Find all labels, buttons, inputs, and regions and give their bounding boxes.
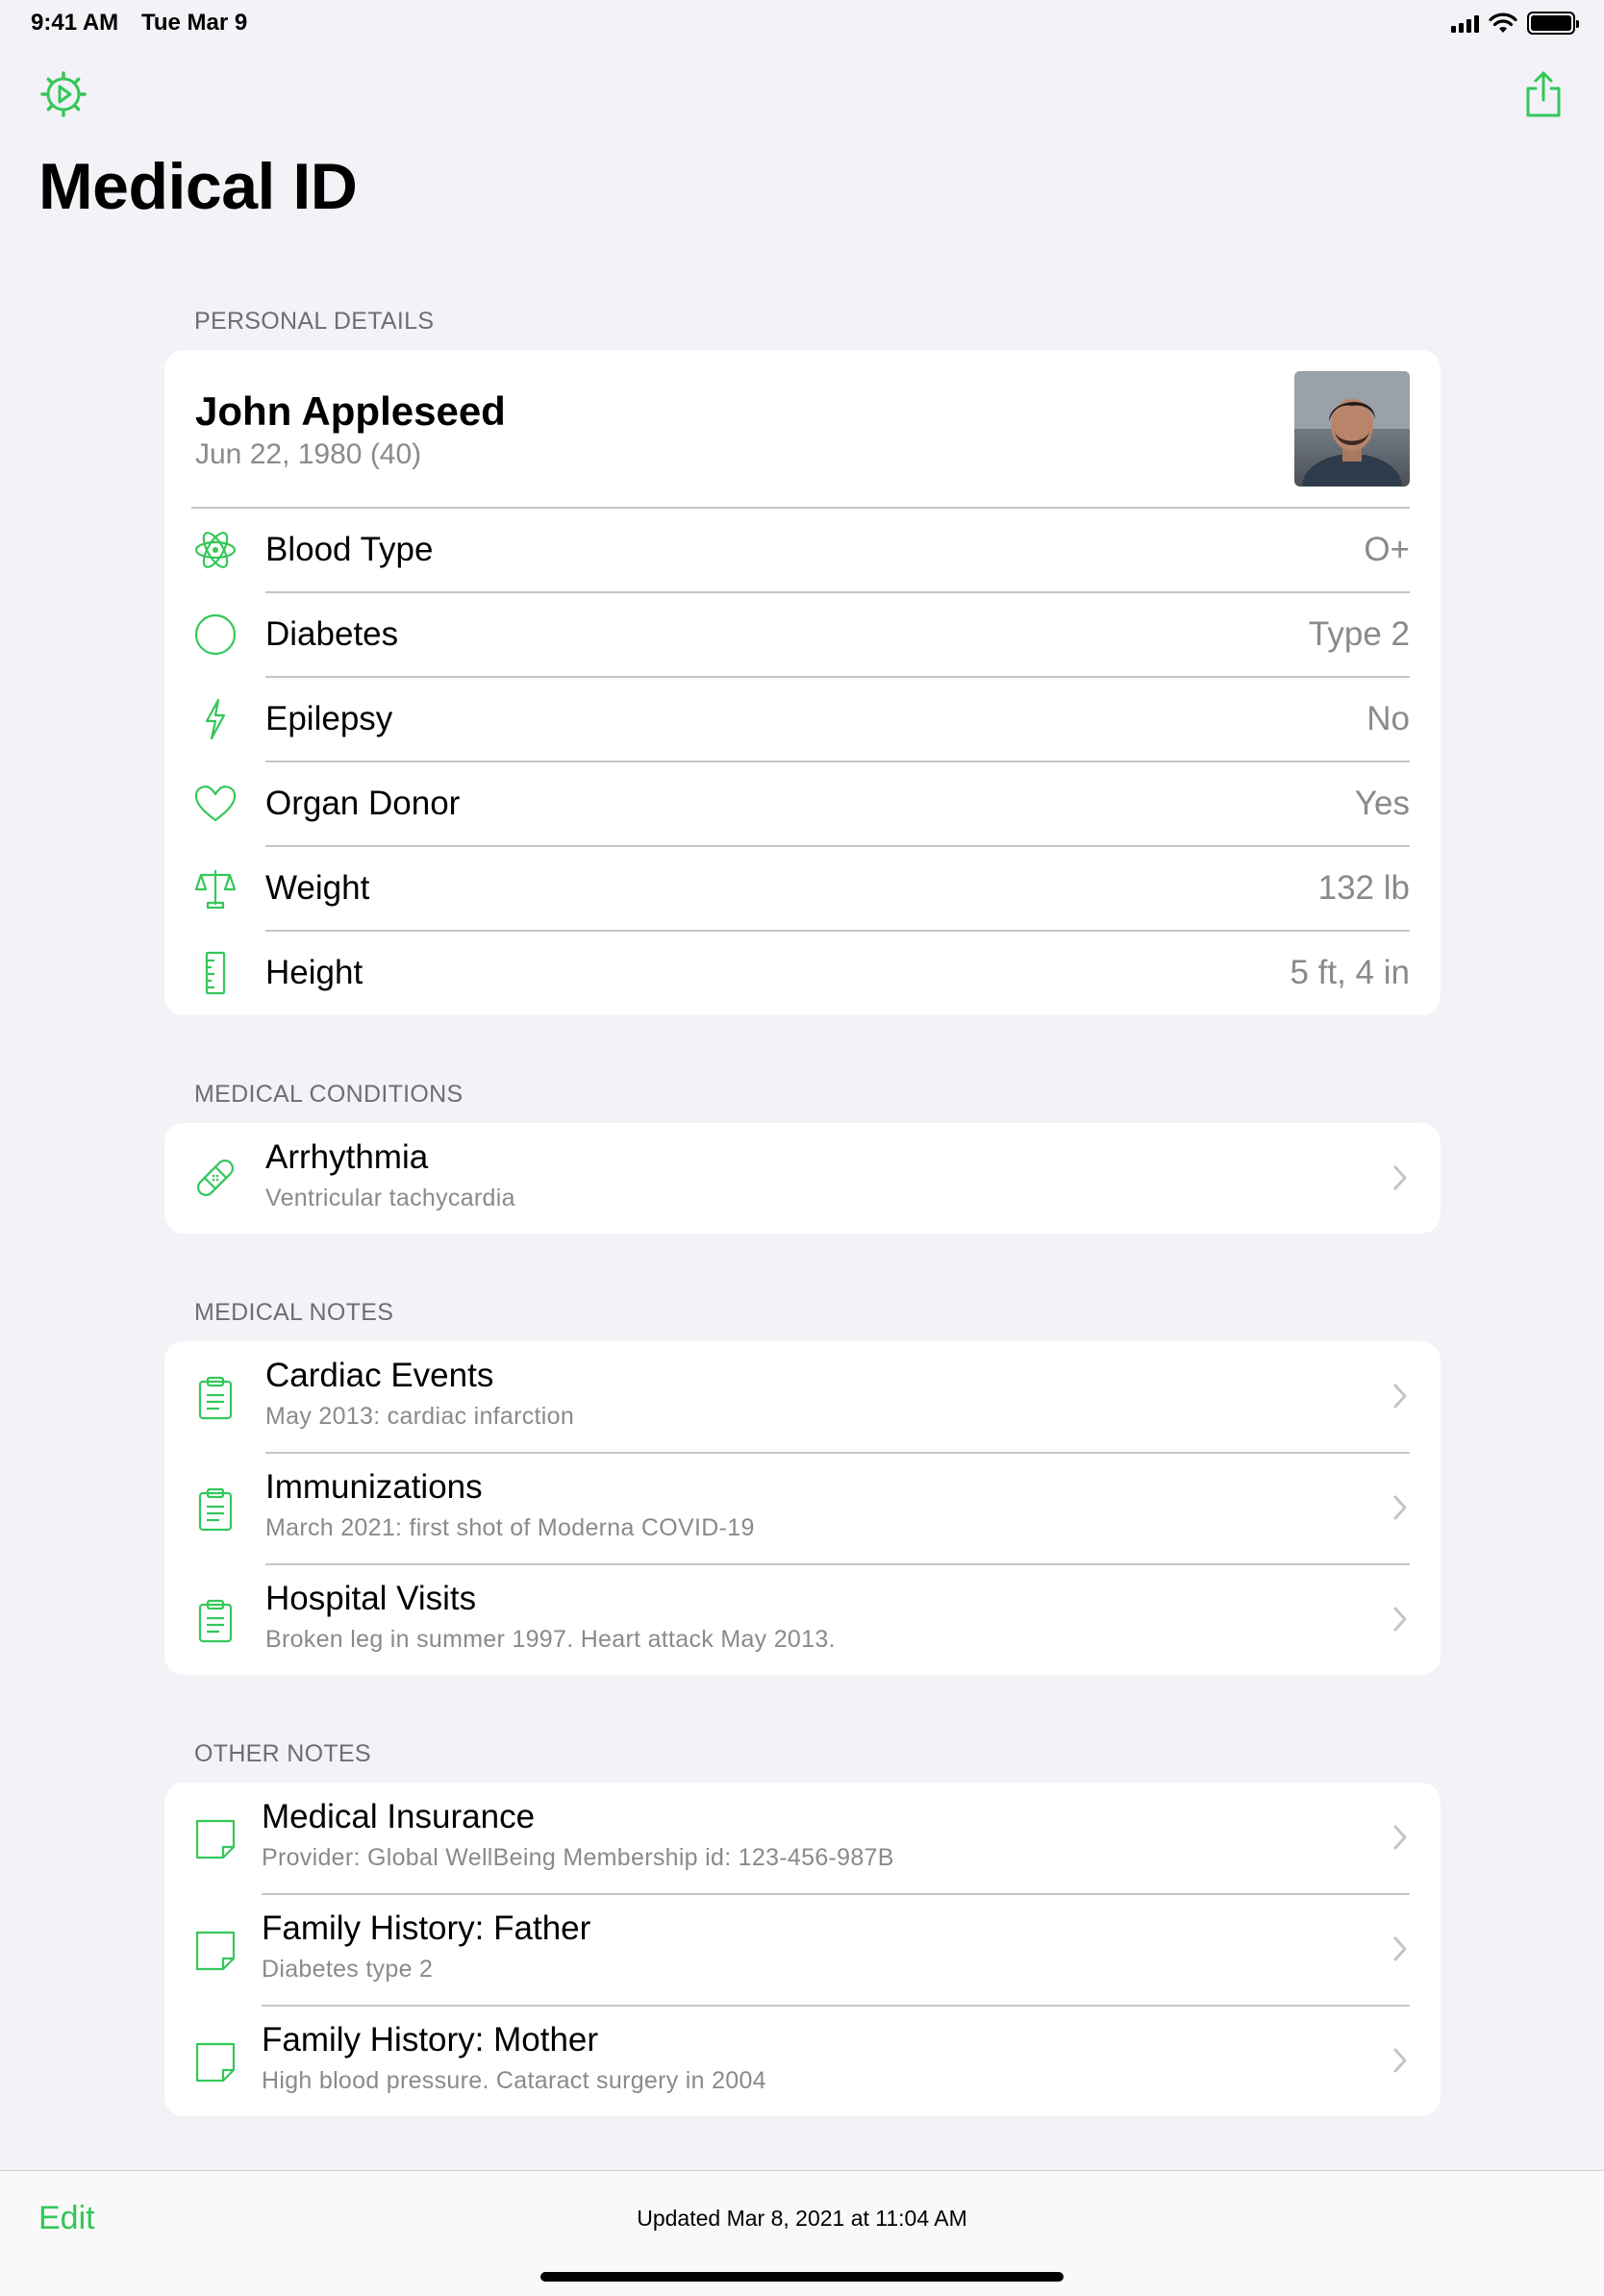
note-icon bbox=[191, 1815, 239, 1863]
other-subtitle: Provider: Global WellBeing Membership id… bbox=[262, 1844, 894, 1871]
other-item-insurance[interactable]: Medical Insurance Provider: Global WellB… bbox=[164, 1783, 1441, 1893]
chevron-right-icon bbox=[1393, 1384, 1407, 1409]
row-label: Diabetes bbox=[265, 615, 399, 653]
note-item-cardiac[interactable]: Cardiac Events May 2013: cardiac infarct… bbox=[164, 1341, 1441, 1452]
row-label: Height bbox=[265, 954, 363, 991]
emergency-sos-icon[interactable] bbox=[37, 67, 90, 121]
chevron-right-icon bbox=[1393, 1495, 1407, 1520]
row-label: Weight bbox=[265, 869, 370, 907]
note-subtitle: Broken leg in summer 1997. Heart attack … bbox=[265, 1626, 836, 1653]
medical-notes-card: Cardiac Events May 2013: cardiac infarct… bbox=[164, 1341, 1441, 1675]
note-title: Immunizations bbox=[265, 1468, 483, 1506]
profile-dob: Jun 22, 1980 (40) bbox=[195, 438, 422, 470]
condition-title: Arrhythmia bbox=[265, 1138, 429, 1176]
other-item-father[interactable]: Family History: Father Diabetes type 2 bbox=[164, 1894, 1441, 2005]
row-value: 132 lb bbox=[1317, 869, 1410, 907]
bandage-icon bbox=[191, 1154, 239, 1202]
chevron-right-icon bbox=[1393, 1825, 1407, 1850]
row-value: O+ bbox=[1364, 531, 1410, 568]
chevron-right-icon bbox=[1393, 1607, 1407, 1632]
home-indicator[interactable] bbox=[540, 2272, 1064, 2282]
other-subtitle: High blood pressure. Cataract surgery in… bbox=[262, 2067, 766, 2094]
section-header-personal: PERSONAL DETAILS bbox=[194, 308, 435, 335]
profile-name: John Appleseed bbox=[195, 388, 506, 434]
row-label: Organ Donor bbox=[265, 785, 461, 822]
row-value: Type 2 bbox=[1308, 615, 1410, 653]
chevron-right-icon bbox=[1393, 1936, 1407, 1961]
condition-subtitle: Ventricular tachycardia bbox=[265, 1185, 515, 1211]
clipboard-icon bbox=[191, 1374, 239, 1422]
note-icon bbox=[191, 1927, 239, 1975]
cellular-signal-icon bbox=[1451, 13, 1479, 33]
heart-icon bbox=[191, 780, 239, 828]
clipboard-icon bbox=[191, 1485, 239, 1534]
other-title: Family History: Father bbox=[262, 1909, 591, 1947]
share-icon[interactable] bbox=[1516, 67, 1570, 121]
other-title: Medical Insurance bbox=[262, 1798, 536, 1835]
section-header-notes: MEDICAL NOTES bbox=[194, 1299, 394, 1326]
row-value: Yes bbox=[1354, 785, 1410, 822]
other-notes-card: Medical Insurance Provider: Global WellB… bbox=[164, 1783, 1441, 2116]
condition-item[interactable]: Arrhythmia Ventricular tachycardia bbox=[164, 1123, 1441, 1234]
row-value: 5 ft, 4 in bbox=[1290, 954, 1410, 991]
note-title: Hospital Visits bbox=[265, 1580, 477, 1617]
atom-icon bbox=[191, 526, 239, 574]
profile-header: John Appleseed Jun 22, 1980 (40) bbox=[195, 350, 1410, 508]
bottom-toolbar: Edit Updated Mar 8, 2021 at 11:04 AM bbox=[0, 2170, 1604, 2296]
section-header-conditions: MEDICAL CONDITIONS bbox=[194, 1081, 464, 1108]
other-item-mother[interactable]: Family History: Mother High blood pressu… bbox=[164, 2006, 1441, 2116]
clipboard-icon bbox=[191, 1597, 239, 1645]
status-icons bbox=[1451, 12, 1579, 35]
chevron-right-icon bbox=[1393, 2048, 1407, 2073]
page-title: Medical ID bbox=[38, 150, 358, 223]
row-value: No bbox=[1366, 700, 1410, 737]
status-time: 9:41 AM bbox=[31, 10, 119, 36]
note-subtitle: March 2021: first shot of Moderna COVID-… bbox=[265, 1514, 755, 1541]
row-epilepsy: Epilepsy No bbox=[164, 677, 1441, 761]
wifi-icon bbox=[1489, 12, 1517, 33]
other-subtitle: Diabetes type 2 bbox=[262, 1956, 434, 1983]
updated-timestamp: Updated Mar 8, 2021 at 11:04 AM bbox=[637, 2206, 967, 2231]
row-diabetes: Diabetes Type 2 bbox=[164, 592, 1441, 677]
chevron-right-icon bbox=[1393, 1165, 1407, 1190]
other-title: Family History: Mother bbox=[262, 2021, 599, 2059]
note-subtitle: May 2013: cardiac infarction bbox=[265, 1403, 575, 1430]
row-label: Blood Type bbox=[265, 531, 434, 568]
row-weight: Weight 132 lb bbox=[164, 846, 1441, 931]
note-item-hospital-visits[interactable]: Hospital Visits Broken leg in summer 199… bbox=[164, 1564, 1441, 1675]
note-item-immunizations[interactable]: Immunizations March 2021: first shot of … bbox=[164, 1453, 1441, 1563]
row-label: Epilepsy bbox=[265, 700, 393, 737]
note-icon bbox=[191, 2038, 239, 2086]
note-title: Cardiac Events bbox=[265, 1357, 494, 1394]
avatar bbox=[1294, 371, 1410, 487]
lightning-icon bbox=[191, 695, 239, 743]
row-organ-donor: Organ Donor Yes bbox=[164, 761, 1441, 846]
scale-icon bbox=[191, 864, 239, 912]
status-bar: 9:41 AM Tue Mar 9 bbox=[0, 0, 1604, 46]
row-height: Height 5 ft, 4 in bbox=[164, 931, 1441, 1015]
circle-icon bbox=[191, 611, 239, 659]
status-date: Tue Mar 9 bbox=[141, 10, 248, 36]
personal-details-card: John Appleseed Jun 22, 1980 (40) Blood T… bbox=[164, 350, 1441, 1015]
battery-icon bbox=[1527, 12, 1579, 35]
ruler-icon bbox=[191, 949, 239, 997]
medical-conditions-card: Arrhythmia Ventricular tachycardia bbox=[164, 1123, 1441, 1234]
row-blood-type: Blood Type O+ bbox=[164, 508, 1441, 592]
section-header-other: OTHER NOTES bbox=[194, 1740, 371, 1767]
